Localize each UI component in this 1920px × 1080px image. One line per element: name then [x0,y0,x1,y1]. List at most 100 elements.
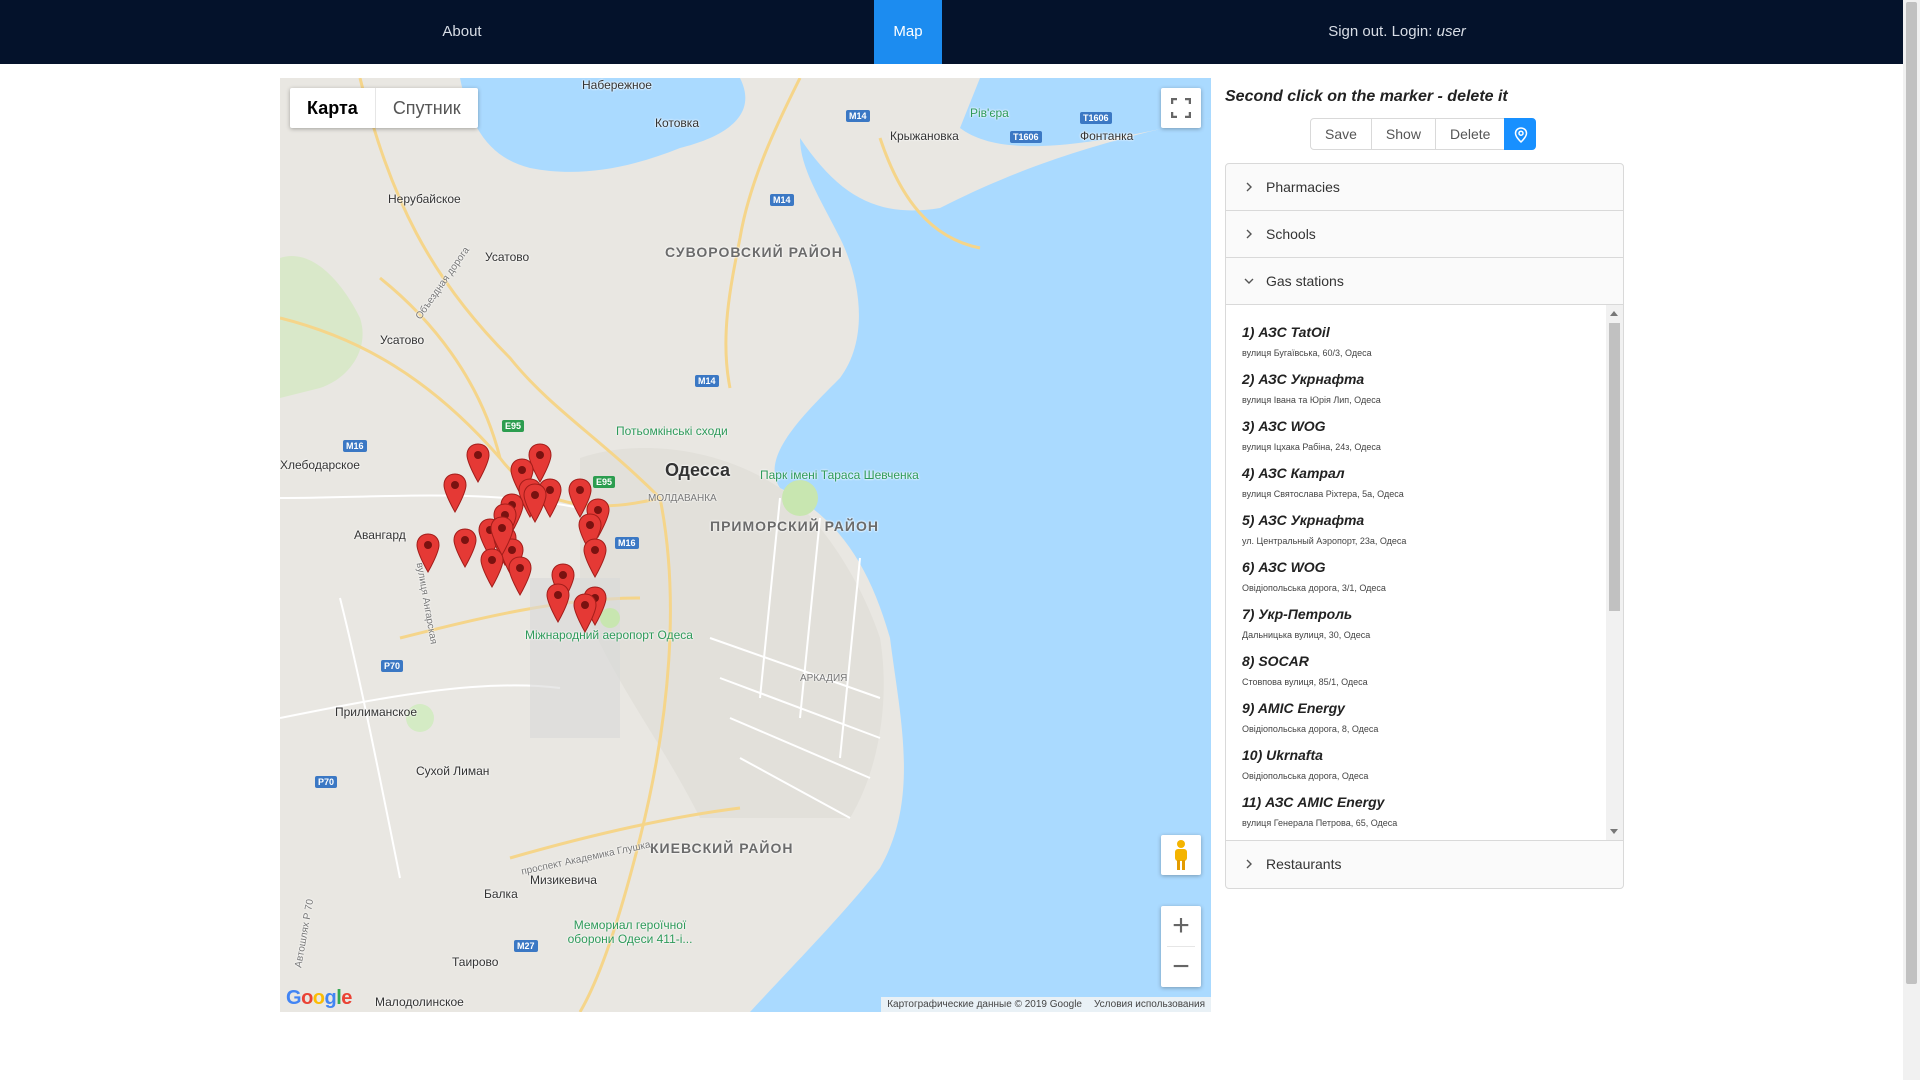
map-terms-link[interactable]: Условия использования [1094,997,1205,1012]
gas-stations-list-panel[interactable]: 1) АЗС TatOil вулиця Бугаївська, 60/3, Од… [1226,305,1623,841]
road-shield: T1606 [1080,112,1112,124]
gas-station-address: Овідіопольська дорога, 8, Одеса [1242,724,1379,734]
window-scrollbar-thumb[interactable] [1906,2,1917,984]
zoom-in-button[interactable]: + [1161,906,1201,946]
gas-stations-list: 1) АЗС TatOil вулиця Бугаївська, 60/3, Од… [1242,319,1612,840]
map-type-satellite-button[interactable]: Спутник [376,88,478,128]
gas-station-title[interactable]: 3) АЗС WOG [1242,413,1612,439]
gas-station-address: Дальницька вулиця, 30, Одеса [1242,630,1371,640]
map-label: Усатово [380,333,425,347]
section-gas-stations-header[interactable]: Gas stations [1226,258,1623,305]
map-label: Парк імені Тараса Шевченка [760,468,919,482]
nav-signout-link[interactable]: Sign out. Login: user [1290,0,1504,64]
save-button[interactable]: Save [1310,118,1372,150]
top-navbar: About Map Sign out. Login: user [0,0,1903,64]
map-label: Малодолинское [375,995,464,1009]
road-shield: P70 [315,776,338,788]
zoom-out-button[interactable]: − [1161,947,1201,987]
gas-station-title[interactable]: 2) АЗС Укрнафта [1242,366,1612,392]
gas-station-title[interactable]: 8) SOCAR [1242,648,1612,674]
map-label: Балка [484,887,518,901]
map-label: Крыжановка [890,129,959,143]
gas-station-title[interactable]: 7) Укр-Петроль [1242,601,1612,627]
road-shield: M14 [770,194,794,206]
gas-station-address: вулиця Святослава Ріхтера, 5а, Одеса [1242,489,1404,499]
map-marker-icon[interactable] [489,516,515,556]
map-marker-icon[interactable] [465,443,491,483]
google-map[interactable]: Набережное Котовка Рів'єра Крыжановка Фо… [280,78,1211,1012]
section-pharmacies-header[interactable]: Pharmacies [1226,164,1623,211]
gas-station-address: Овідіопольська дорога, Одеса [1242,771,1369,781]
map-label: МОЛДАВАНКА [648,493,717,504]
map-label: Рів'єра [970,106,1009,120]
gas-station-title[interactable]: 1) АЗС TatOil [1242,319,1612,345]
locate-button[interactable] [1504,118,1537,150]
map-attribution: Картографические данные © 2019 Google Ус… [881,997,1211,1012]
gas-station-address: Стовпова вулиця, 85/1, Одеса [1242,677,1368,687]
scroll-down-arrow-icon[interactable] [1610,829,1618,834]
nav-about-link[interactable]: About [412,0,512,64]
gas-station-address: Овідіопольська дорога, 3/1, Одеса [1242,583,1386,593]
map-label: Мизикевича [530,873,597,887]
gas-station-address: вулиця Бугаївська, 60/3, Одеса [1242,348,1372,358]
map-type-control: Карта Спутник [290,88,478,128]
google-logo[interactable]: Google [286,987,352,1010]
section-restaurants-header[interactable]: Restaurants [1226,841,1623,888]
section-schools-header[interactable]: Schools [1226,211,1623,258]
street-view-pegman-button[interactable] [1161,835,1201,875]
map-district-label: СУВОРОВСКИЙ РАЙОН [665,244,843,260]
fullscreen-icon [1170,97,1192,119]
map-data-credit: Картографические данные © 2019 Google [887,999,1082,1010]
map-marker-icon[interactable] [522,483,548,523]
road-shield: M14 [846,110,870,122]
map-label: Сухой Лиман [416,764,490,778]
section-label: Gas stations [1266,273,1344,289]
list-scrollbar-thumb[interactable] [1609,323,1620,611]
map-marker-icon[interactable] [442,473,468,513]
map-label: Прилиманское [335,705,417,719]
delete-button[interactable]: Delete [1434,118,1506,150]
road-shield: M14 [695,375,719,387]
pegman-icon [1175,840,1187,870]
road-shield: M16 [343,440,367,452]
map-label: Таирово [452,955,499,969]
show-button[interactable]: Show [1370,118,1436,150]
gas-station-title[interactable]: 6) АЗС WOG [1242,554,1612,580]
nav-map-link[interactable]: Map [874,0,942,64]
marker-hint-text: Second click on the marker - delete it [1225,88,1508,105]
chevron-right-icon [1246,859,1252,869]
map-label: Котовка [655,116,699,130]
section-label: Schools [1266,226,1316,242]
road-shield: E95 [593,476,616,488]
map-marker-icon[interactable] [572,593,598,633]
gas-station-title[interactable]: 11) АЗС AMIC Energy [1242,789,1612,815]
map-type-map-button[interactable]: Карта [290,88,376,128]
chevron-right-icon [1246,229,1252,239]
road-shield: E95 [502,420,525,432]
zoom-control: + − [1161,906,1201,987]
gas-station-title[interactable]: 4) АЗС Катрал [1242,460,1612,486]
gas-station-title[interactable]: 5) АЗС Укрнафта [1242,507,1612,533]
gas-station-address: вулиця Іцхака Рабіна, 24з, Одеса [1242,442,1381,452]
list-scrollbar[interactable] [1606,305,1623,840]
section-label: Pharmacies [1266,179,1340,195]
window-scrollbar[interactable] [1903,0,1920,1080]
map-label: Усатово [485,250,530,264]
map-marker-icon[interactable] [545,583,571,623]
gas-station-title[interactable]: 10) Ukrnafta [1242,742,1612,768]
map-marker-icon[interactable] [582,538,608,578]
fullscreen-button[interactable] [1161,88,1201,128]
scroll-up-arrow-icon[interactable] [1610,311,1618,316]
map-label: Мемориал героїчної оборони Одеси 411-і..… [567,918,693,946]
gas-station-address: вулиця Генерала Петрова, 65, Одеса [1242,818,1398,828]
signout-label: Sign out. Login: [1328,23,1433,40]
map-marker-icon[interactable] [452,528,478,568]
map-district-label: ПРИМОРСКИЙ РАЙОН [710,518,879,534]
gas-station-title[interactable]: 9) AMIC Energy [1242,695,1612,721]
map-district-label: КИЕВСКИЙ РАЙОН [650,840,794,856]
gas-station-address: вулиця Івана та Юрія Лип, Одеса [1242,395,1381,405]
map-marker-icon[interactable] [415,533,441,573]
map-marker-icon[interactable] [507,556,533,596]
gas-station-address: ул. Центральный Аэропорт, 23а, Одеса [1242,536,1407,546]
road-shield: M27 [514,940,538,952]
